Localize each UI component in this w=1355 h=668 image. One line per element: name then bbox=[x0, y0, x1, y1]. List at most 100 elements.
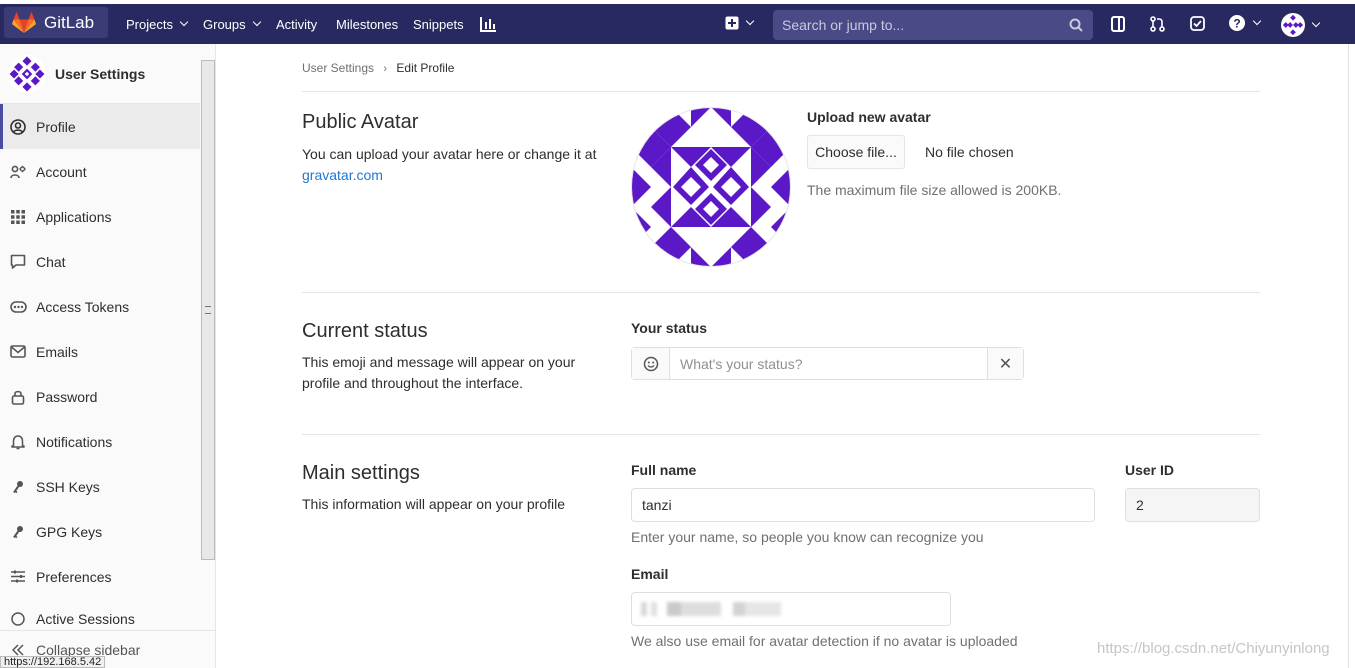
breadcrumb: User Settings › Edit Profile bbox=[302, 61, 454, 75]
nav-activity[interactable]: Activity bbox=[276, 13, 317, 35]
chevron-down-icon bbox=[1252, 16, 1262, 26]
sidebar-item-ssh-keys[interactable]: SSH Keys bbox=[0, 464, 200, 509]
window-edge bbox=[1348, 44, 1355, 668]
status-input-group: What's your status? ✕ bbox=[631, 347, 1024, 380]
lock-icon bbox=[11, 390, 25, 405]
user-id-label: User ID bbox=[1125, 462, 1175, 478]
user-id-input: 2 bbox=[1125, 488, 1260, 522]
nav-projects-label: Projects bbox=[126, 16, 173, 32]
key-icon bbox=[13, 480, 23, 493]
nav-groups-label: Groups bbox=[203, 16, 246, 32]
chart-icon[interactable] bbox=[480, 16, 497, 32]
search-input[interactable]: Search or jump to... bbox=[773, 10, 1093, 40]
chat-icon bbox=[10, 254, 26, 269]
collapse-icon bbox=[12, 643, 24, 656]
current-avatar-image bbox=[631, 107, 791, 267]
sidebar-avatar bbox=[8, 54, 46, 93]
sidebar-item-access-tokens[interactable]: Access Tokens bbox=[0, 284, 200, 329]
full-name-label: Full name bbox=[631, 462, 697, 478]
search-icon bbox=[1069, 18, 1083, 32]
status-section-title: Current status bbox=[302, 320, 428, 342]
smiley-icon bbox=[643, 356, 658, 371]
help-icon: ? bbox=[1229, 15, 1245, 31]
sidebar-item-password[interactable]: Password bbox=[0, 374, 200, 419]
clear-status-button[interactable]: ✕ bbox=[987, 348, 1023, 379]
nav-milestones-label: Milestones bbox=[336, 16, 399, 32]
settings-sidebar: User Settings Profile Account Applicatio… bbox=[0, 44, 216, 668]
main-section-title: Main settings bbox=[302, 462, 420, 484]
divider bbox=[302, 91, 1260, 92]
sidebar-header[interactable]: User Settings bbox=[0, 44, 200, 104]
bell-icon bbox=[11, 434, 25, 449]
sidebar-item-chat[interactable]: Chat bbox=[0, 239, 200, 284]
applications-icon bbox=[11, 209, 25, 224]
sidebar-item-label: Notifications bbox=[36, 433, 113, 450]
sidebar-item-notifications[interactable]: Notifications bbox=[0, 419, 200, 464]
status-section-desc: This emoji and message will appear on yo… bbox=[302, 354, 576, 391]
sidebar-item-label: Access Tokens bbox=[36, 298, 130, 315]
sidebar-toggle-icon[interactable] bbox=[1111, 16, 1125, 32]
email-help: We also use email for avatar detection i… bbox=[631, 633, 1018, 649]
key-icon bbox=[13, 525, 23, 538]
new-dropdown[interactable] bbox=[725, 16, 755, 30]
email-icon bbox=[10, 345, 26, 358]
nav-activity-label: Activity bbox=[276, 16, 318, 32]
account-icon bbox=[10, 165, 26, 178]
brand-name: GitLab bbox=[44, 12, 95, 32]
user-menu[interactable] bbox=[1281, 13, 1321, 37]
gravatar-link[interactable]: gravatar.com bbox=[302, 167, 383, 183]
sidebar-item-emails[interactable]: Emails bbox=[0, 329, 200, 374]
breadcrumb-separator-icon: › bbox=[383, 63, 388, 75]
breadcrumb-parent[interactable]: User Settings bbox=[302, 61, 374, 75]
sidebar-item-gpg-keys[interactable]: GPG Keys bbox=[0, 509, 200, 554]
upload-avatar-label: Upload new avatar bbox=[807, 109, 931, 125]
no-file-text: No file chosen bbox=[925, 144, 1014, 160]
chevron-down-icon bbox=[252, 17, 261, 27]
plus-square-icon bbox=[725, 16, 739, 30]
nav-projects[interactable]: Projects bbox=[126, 13, 189, 35]
nav-snippets[interactable]: Snippets bbox=[413, 13, 464, 35]
sidebar-item-label: GPG Keys bbox=[36, 523, 103, 540]
your-status-label: Your status bbox=[631, 320, 707, 336]
avatar-desc-text: You can upload your avatar here or chang… bbox=[302, 146, 597, 162]
avatar-section-desc: You can upload your avatar here or chang… bbox=[302, 144, 612, 186]
sidebar-title: User Settings bbox=[55, 65, 146, 82]
divider bbox=[302, 434, 1260, 435]
nav-milestones[interactable]: Milestones bbox=[336, 13, 398, 35]
svg-text:?: ? bbox=[1233, 17, 1240, 31]
chevron-down-icon bbox=[745, 16, 755, 26]
nav-groups[interactable]: Groups bbox=[203, 13, 261, 35]
sidebar-item-label: Emails bbox=[36, 343, 79, 360]
top-navbar: GitLab Projects Groups Activity Mileston… bbox=[0, 0, 1355, 44]
status-input[interactable]: What's your status? bbox=[670, 348, 987, 379]
sessions-icon bbox=[11, 612, 25, 626]
emoji-picker-button[interactable] bbox=[632, 348, 670, 379]
merge-request-icon[interactable] bbox=[1150, 16, 1165, 32]
watermark: https://blog.csdn.net/Chiyunyinlong bbox=[1097, 640, 1330, 657]
full-name-input[interactable]: tanzi bbox=[631, 488, 1095, 522]
search-placeholder: Search or jump to... bbox=[782, 17, 905, 33]
max-size-help: The maximum file size allowed is 200KB. bbox=[807, 182, 1062, 198]
sliders-icon bbox=[11, 570, 25, 583]
sidebar-item-label: Password bbox=[36, 388, 98, 405]
browser-status-url: https://192.168.5.42 bbox=[0, 656, 106, 668]
sidebar-item-label: SSH Keys bbox=[36, 478, 100, 495]
sidebar-scrollbar[interactable] bbox=[201, 60, 215, 560]
token-icon bbox=[9, 300, 27, 313]
sidebar-item-label: Account bbox=[36, 163, 87, 180]
sidebar-item-preferences[interactable]: Preferences bbox=[0, 554, 200, 599]
chevron-down-icon bbox=[179, 17, 189, 27]
full-name-help: Enter your name, so people you know can … bbox=[631, 529, 984, 545]
todo-icon[interactable] bbox=[1190, 16, 1205, 31]
breadcrumb-current: Edit Profile bbox=[396, 61, 455, 75]
profile-icon bbox=[10, 118, 26, 135]
nav-snippets-label: Snippets bbox=[413, 16, 464, 32]
chevron-down-icon bbox=[1311, 18, 1321, 28]
sidebar-item-applications[interactable]: Applications bbox=[0, 194, 200, 239]
sidebar-item-profile[interactable]: Profile bbox=[0, 104, 200, 149]
help-dropdown[interactable]: ? bbox=[1228, 14, 1262, 32]
gitlab-logo-link[interactable]: GitLab bbox=[4, 7, 108, 38]
sidebar-item-account[interactable]: Account bbox=[0, 149, 200, 194]
avatar-section-title: Public Avatar bbox=[302, 111, 419, 133]
choose-file-button[interactable]: Choose file... bbox=[807, 135, 905, 169]
